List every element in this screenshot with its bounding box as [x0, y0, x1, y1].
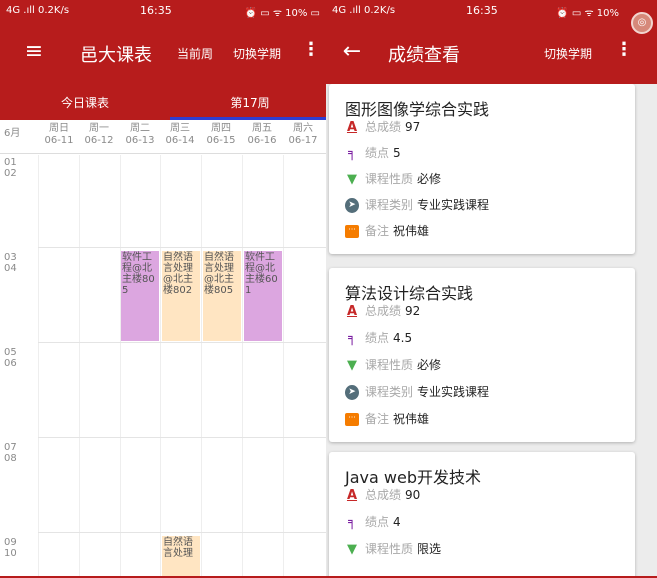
tab-today[interactable]: 今日课表	[40, 94, 130, 111]
book-icon: ▼	[347, 358, 357, 373]
slot-label: 03 04	[4, 252, 17, 274]
day-header-mon: 周一 06-12	[84, 123, 114, 146]
app-bar: ≡ 邑大课表 当前周 切换学期 ⋮	[0, 22, 326, 84]
course-name: 图形图像学综合实践	[345, 100, 490, 119]
slot-label: 05 06	[4, 347, 17, 369]
more-options-icon[interactable]: ⋮	[615, 39, 633, 60]
system-status: ⏰ ▭ ᯤ 10% ▭	[244, 8, 320, 19]
gpa-row: ╕ 绩点 5	[345, 144, 401, 162]
timetable-grid: 01 02 03 04 05 06 07 08 09 10 软件工程@北主楼805 自然语…	[0, 155, 326, 578]
compass-icon: ➤	[345, 198, 359, 213]
floating-assist-icon[interactable]: ◎	[631, 12, 653, 34]
clock: 16:35	[140, 4, 172, 17]
day-header-fri: 周五 06-16	[247, 123, 277, 146]
memo-icon: ···	[345, 413, 359, 426]
status-bar: 4G .ıll 0.2K/s 16:35 ⏰ ▭ ᯤ 10% ▭	[0, 0, 326, 22]
score-icon: A	[346, 120, 358, 135]
day-header-sat: 周六 06-17	[288, 123, 318, 146]
gpa-row: ╕ 绩点 4	[345, 513, 401, 531]
score-icon: A	[346, 304, 358, 319]
total-score-row: A 总成绩 90	[346, 488, 421, 503]
current-week-button[interactable]: 当前周	[177, 45, 213, 62]
gpa-row: ╕ 绩点 4.5	[345, 329, 412, 347]
day-header-tue: 周二 06-13	[125, 123, 155, 146]
score-icon: A	[346, 488, 358, 503]
compass-icon: ➤	[345, 385, 359, 400]
paint-roller-icon: ╕	[348, 331, 356, 346]
course-block[interactable]: 软件工程@北主楼601	[244, 251, 282, 341]
grade-list: 图形图像学综合实践 A 总成绩 97 ╕ 绩点 5 ▼ 课程性质 必修 ➤ 课程类别 专业实践课…	[326, 84, 657, 578]
network-status: 4G .ıll 0.2K/s	[332, 5, 396, 16]
course-name: 算法设计综合实践	[345, 284, 474, 303]
paint-roller-icon: ╕	[348, 515, 356, 530]
slot-label: 01 02	[4, 157, 17, 179]
category-row: ➤ 课程类别 专业实践课程	[345, 196, 489, 214]
network-status: 4G .ıll 0.2K/s	[6, 5, 70, 16]
note-row: ··· 备注 祝伟雄	[345, 222, 429, 240]
book-icon: ▼	[347, 542, 357, 557]
day-header-wed: 周三 06-14	[165, 123, 195, 146]
course-block[interactable]: 自然语言处理@北主楼805	[203, 251, 241, 341]
day-header-thu: 周四 06-15	[206, 123, 236, 146]
grade-card[interactable]: Java web开发技术 A 总成绩 90 ╕ 绩点 4 ▼ 课程性质 限选	[329, 452, 635, 578]
menu-icon[interactable]: ≡	[22, 40, 46, 64]
switch-term-button[interactable]: 切换学期	[233, 45, 281, 62]
more-options-icon[interactable]: ⋮	[302, 39, 320, 60]
app-title: 邑大课表	[80, 45, 152, 66]
tab-bar: 今日课表 第17周	[0, 84, 326, 120]
month-label: 6月	[4, 128, 21, 139]
slot-label: 09 10	[4, 537, 17, 559]
course-block[interactable]: 自然语言处理	[162, 536, 200, 578]
book-icon: ▼	[347, 172, 357, 187]
slot-label: 07 08	[4, 442, 17, 464]
nature-row: ▼ 课程性质 必修	[347, 172, 442, 187]
page-title: 成绩查看	[388, 45, 460, 66]
memo-icon: ···	[345, 225, 359, 238]
clock: 16:35	[466, 4, 498, 17]
day-header: 6月 周日 06-11 周一 06-12 周二 06-13 周三 06-14 周四 06-…	[0, 120, 326, 154]
course-block[interactable]: 软件工程@北主楼805	[121, 251, 159, 341]
system-status: ⏰ ▭ ᯤ 10%	[556, 8, 619, 19]
timetable-screen: 4G .ıll 0.2K/s 16:35 ⏰ ▭ ᯤ 10% ▭ ≡ 邑大课表 …	[0, 0, 326, 578]
total-score-row: A 总成绩 97	[346, 120, 421, 135]
grade-card[interactable]: 图形图像学综合实践 A 总成绩 97 ╕ 绩点 5 ▼ 课程性质 必修 ➤ 课程类别 专业实践课…	[329, 84, 635, 254]
tab-week[interactable]: 第17周	[200, 94, 300, 111]
app-bar: ← 成绩查看 切换学期 ⋮	[326, 22, 657, 84]
paint-roller-icon: ╕	[348, 146, 356, 161]
course-name: Java web开发技术	[345, 468, 481, 487]
note-row: ··· 备注 祝伟雄	[345, 410, 429, 428]
grades-screen: 4G .ıll 0.2K/s 16:35 ⏰ ▭ ᯤ 10% ← 成绩查看 切换…	[326, 0, 657, 578]
nature-row: ▼ 课程性质 必修	[347, 358, 442, 373]
grade-card[interactable]: 算法设计综合实践 A 总成绩 92 ╕ 绩点 4.5 ▼ 课程性质 必修 ➤ 课程类别 专业实践…	[329, 268, 635, 442]
category-row: ➤ 课程类别 专业实践课程	[345, 383, 489, 401]
switch-term-button[interactable]: 切换学期	[544, 45, 592, 62]
day-header-sun: 周日 06-11	[44, 123, 74, 146]
course-block[interactable]: 自然语言处理@北主楼802	[162, 251, 200, 341]
nature-row: ▼ 课程性质 限选	[347, 542, 442, 557]
status-bar: 4G .ıll 0.2K/s 16:35 ⏰ ▭ ᯤ 10%	[326, 0, 657, 22]
total-score-row: A 总成绩 92	[346, 304, 421, 319]
back-arrow-icon[interactable]: ←	[340, 40, 364, 64]
